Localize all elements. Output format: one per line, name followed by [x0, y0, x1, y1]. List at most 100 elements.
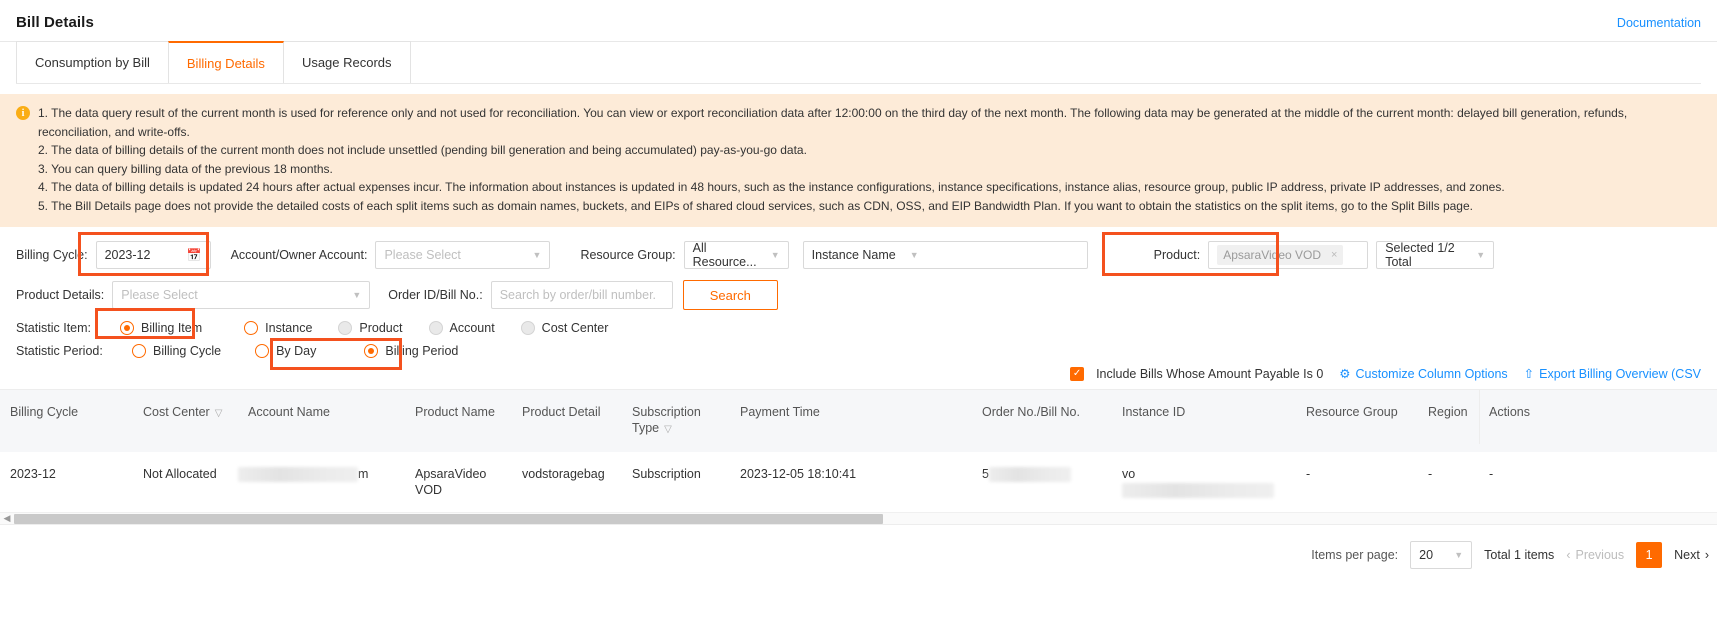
- th-actions: Actions: [1479, 390, 1717, 452]
- table-row[interactable]: 2023-12 Not Allocated m ApsaraVideo VOD …: [0, 452, 1717, 514]
- radio-billing-item[interactable]: Billing Item: [120, 321, 202, 335]
- page-title: Bill Details: [16, 14, 94, 31]
- product-multiselect[interactable]: ApsaraVideo VOD ×: [1208, 241, 1369, 269]
- upload-icon: ⇧: [1523, 367, 1535, 381]
- cell-value: -: [1306, 467, 1311, 481]
- th-payment-time: Payment Time: [730, 390, 972, 452]
- filter-row-1: Billing Cycle: 2023-12 📅 Account/Owner A…: [16, 241, 1701, 269]
- cell-region: -: [1418, 452, 1479, 514]
- radio-label: Product: [359, 321, 403, 335]
- th-order-no: Order No./Bill No.: [972, 390, 1112, 452]
- radio-dot-icon: [120, 321, 134, 335]
- scrollbar-track[interactable]: [14, 513, 1717, 524]
- cell-actions: -: [1479, 452, 1717, 514]
- product-details-select[interactable]: Please Select ▼: [112, 281, 371, 309]
- tab-consumption-by-bill[interactable]: Consumption by Bill: [16, 41, 169, 83]
- order-id-label: Order ID/Bill No.:: [388, 288, 483, 302]
- items-per-page-select[interactable]: 20 ▼: [1410, 541, 1473, 570]
- items-per-page-value: 20: [1419, 548, 1434, 563]
- resource-group-select[interactable]: All Resource... ▼: [683, 241, 789, 269]
- tab-billing-details[interactable]: Billing Details: [167, 41, 284, 83]
- radio-label: Instance: [265, 321, 313, 335]
- product-tag-label: ApsaraVideo VOD: [1223, 248, 1322, 262]
- radio-billing-cycle[interactable]: Billing Cycle: [132, 344, 221, 358]
- column-divider: [1479, 390, 1480, 444]
- cell-value: 2023-12: [10, 467, 56, 481]
- filter-icon[interactable]: ▽: [664, 424, 672, 435]
- instance-name-select[interactable]: Instance Name ▼: [802, 241, 1088, 269]
- filter-icon[interactable]: ▽: [215, 408, 223, 419]
- cell-product-name: ApsaraVideo VOD: [405, 452, 512, 514]
- notice-line: 1. The data query result of the current …: [38, 106, 1628, 139]
- th-region: Region: [1418, 390, 1479, 452]
- th-product-detail: Product Detail: [512, 390, 622, 452]
- statistic-period-row: Statistic Period: Billing Cycle By Day B…: [16, 344, 1701, 358]
- th-instance-id: Instance ID: [1112, 390, 1296, 452]
- checkbox-checked-icon: ✓: [1070, 366, 1085, 381]
- radio-dot-icon: [520, 321, 535, 335]
- calendar-icon[interactable]: 📅: [187, 248, 202, 262]
- customize-column-options-button[interactable]: ⚙ Customize Column Options: [1339, 366, 1507, 382]
- tab-usage-records[interactable]: Usage Records: [282, 41, 411, 83]
- th-label: Product Name: [415, 405, 495, 419]
- previous-label: Previous: [1575, 548, 1625, 563]
- radio-by-day[interactable]: By Day: [255, 344, 316, 358]
- total-items-label: Total 1 items: [1484, 548, 1555, 563]
- next-page-button[interactable]: Next ›: [1674, 548, 1709, 562]
- resource-group-label: Resource Group:: [580, 248, 676, 262]
- product-label: Product:: [1153, 248, 1201, 262]
- cell-value: Subscription: [632, 467, 701, 481]
- scroll-left-arrow-icon[interactable]: ◀: [0, 513, 14, 524]
- cell-subscription-type: Subscription: [622, 452, 730, 514]
- radio-billing-period[interactable]: Billing Period: [364, 344, 458, 358]
- chevron-down-icon: ▼: [770, 250, 780, 260]
- notice-lines: 1. The data query result of the current …: [38, 104, 1701, 215]
- items-per-page-label: Items per page:: [1311, 548, 1399, 563]
- billing-cycle-value: 2023-12: [104, 248, 151, 262]
- close-icon[interactable]: ×: [1331, 249, 1337, 261]
- statistic-period-radios: Billing Cycle By Day Billing Period: [132, 344, 484, 358]
- radio-label: Account: [449, 321, 495, 335]
- chevron-left-icon: ‹: [1566, 548, 1571, 563]
- page-number-1[interactable]: 1: [1636, 542, 1663, 569]
- tabs: Consumption by Bill Billing Details Usag…: [16, 41, 1701, 83]
- horizontal-scrollbar[interactable]: ◀: [0, 513, 1717, 526]
- pagination: Items per page: 20 ▼ Total 1 items ‹ Pre…: [0, 525, 1717, 570]
- cell-value: -: [1428, 467, 1433, 481]
- th-billing-cycle: Billing Cycle: [0, 390, 133, 452]
- cell-billing-cycle: 2023-12: [0, 452, 133, 514]
- documentation-link[interactable]: Documentation: [1617, 16, 1701, 30]
- cell-value: -: [1489, 467, 1494, 481]
- notice-line: 5. The Bill Details page does not provid…: [38, 198, 1473, 213]
- notice-line: 2. The data of billing details of the cu…: [38, 143, 807, 157]
- resource-group-value: All Resource...: [692, 241, 757, 269]
- search-button[interactable]: Search: [682, 280, 778, 310]
- radio-cost-center[interactable]: Cost Center: [520, 321, 608, 335]
- radio-account[interactable]: Account: [428, 321, 495, 335]
- order-id-placeholder: Search by order/bill number.: [499, 288, 657, 302]
- th-subscription-type[interactable]: Subscription Type ▽: [622, 390, 730, 452]
- th-label: Order No./Bill No.: [982, 405, 1080, 419]
- cell-value: 2023-12-05 18:10:41: [740, 467, 857, 481]
- order-id-input[interactable]: Search by order/bill number.: [490, 281, 673, 309]
- radio-instance[interactable]: Instance: [244, 321, 312, 335]
- previous-page-button[interactable]: ‹ Previous: [1566, 548, 1624, 562]
- cell-value: Not Allocated: [143, 467, 217, 481]
- export-billing-overview-button[interactable]: ⇧ Export Billing Overview (CSV: [1523, 366, 1701, 382]
- th-label: Resource Group: [1306, 405, 1398, 419]
- th-label: Cost Center: [143, 405, 210, 419]
- filters-area: Billing Cycle: 2023-12 📅 Account/Owner A…: [0, 227, 1717, 370]
- th-resource-group: Resource Group: [1296, 390, 1418, 452]
- radio-product[interactable]: Product: [338, 321, 403, 335]
- tab-bar: Consumption by Bill Billing Details Usag…: [0, 41, 1717, 84]
- billing-cycle-input[interactable]: 2023-12 📅: [95, 241, 211, 269]
- radio-label: Billing Item: [141, 321, 203, 335]
- include-zero-bills-checkbox[interactable]: ✓ Include Bills Whose Amount Payable Is …: [1070, 366, 1323, 381]
- th-label: Instance ID: [1122, 405, 1186, 419]
- product-selected-count[interactable]: Selected 1/2 Total ▼: [1376, 241, 1495, 269]
- scrollbar-thumb[interactable]: [14, 513, 883, 524]
- th-label: Actions: [1489, 405, 1530, 419]
- account-owner-select[interactable]: Please Select ▼: [375, 241, 551, 269]
- bill-details-table: Billing Cycle Cost Center ▽ Account Name …: [0, 389, 1717, 526]
- th-cost-center[interactable]: Cost Center ▽: [133, 390, 238, 452]
